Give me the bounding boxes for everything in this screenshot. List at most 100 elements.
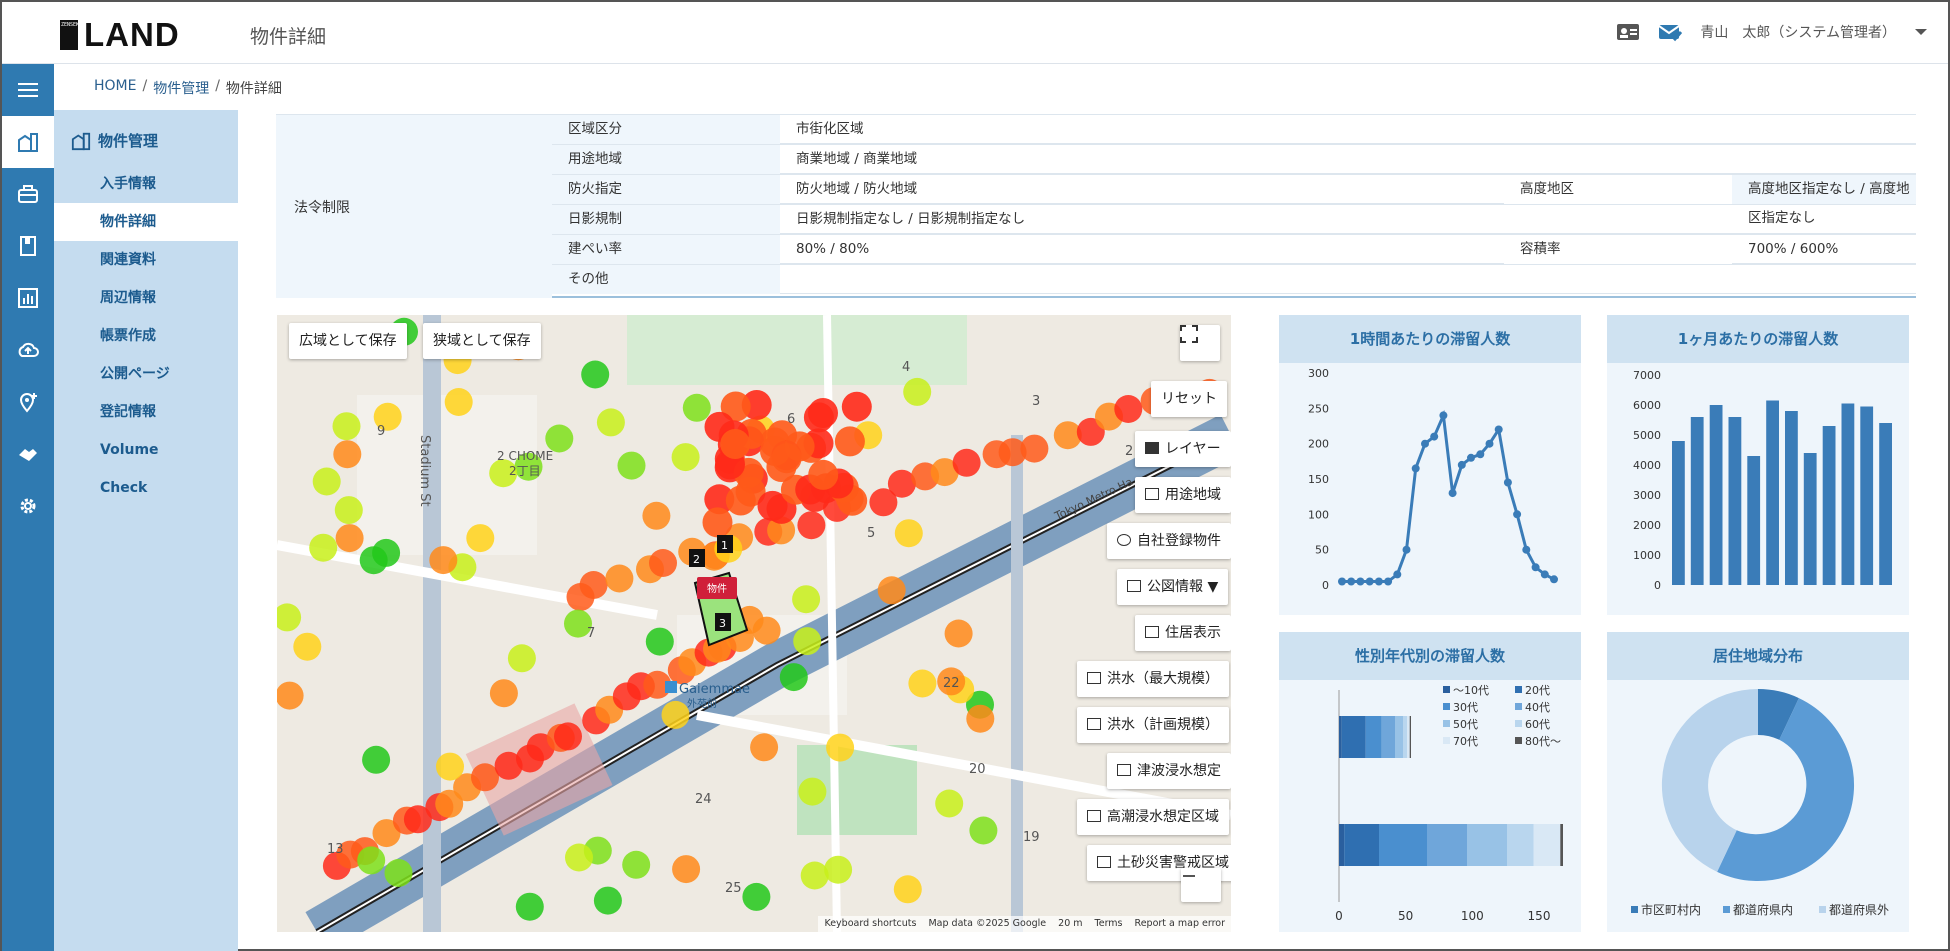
breadcrumb-current: 物件詳細	[225, 81, 282, 97]
rail-property-button[interactable]	[2, 116, 54, 168]
save-wide-area-button[interactable]: 広域として保存	[289, 323, 407, 359]
reset-button[interactable]: リセット	[1151, 381, 1227, 417]
heat-dot	[581, 360, 610, 389]
caret-down-icon: ▼	[1207, 579, 1219, 595]
heat-dot	[682, 393, 711, 422]
grid-icon	[1145, 626, 1159, 638]
block-number-label: 19	[1023, 830, 1040, 845]
age-bar-segment	[1533, 824, 1561, 866]
block-number-label: 6	[787, 412, 795, 427]
monthly-bar	[1803, 453, 1817, 585]
age-bar-segment	[1560, 824, 1563, 866]
report-error-link[interactable]: Report a map error	[1135, 916, 1225, 932]
map-canvas[interactable]: Stadium St 2 CHOME 2丁目 Gaiemmae 外苑前 Toky…	[277, 315, 1231, 932]
subnav-item-registry[interactable]: 登記情報	[54, 393, 238, 431]
own-property-button-label: 自社登録物件	[1137, 533, 1221, 549]
subnav-item-property-detail[interactable]: 物件詳細	[54, 203, 238, 241]
rail-upload-button[interactable]	[2, 324, 54, 376]
hourly-point	[1338, 577, 1346, 586]
save-narrow-area-button[interactable]: 狭域として保存	[423, 323, 541, 359]
legend-label: 50代	[1453, 718, 1478, 731]
heat-dot	[429, 546, 458, 575]
age-bar-segment	[1407, 716, 1410, 758]
heat-dot	[672, 855, 701, 884]
block-number-label: 3	[1032, 394, 1040, 409]
hourly-stay-chart-title: 1時間あたりの滞留人数	[1279, 315, 1581, 363]
chome-ja-label: 2丁目	[509, 464, 541, 478]
residence-chart-title: 居住地域分布	[1607, 632, 1909, 680]
age-bar-segment	[1409, 716, 1411, 758]
fullscreen-icon	[1180, 325, 1198, 343]
age-bar-segment	[1467, 824, 1507, 866]
chevron-down-icon[interactable]	[1914, 27, 1928, 37]
subnav-item-documents[interactable]: 関連資料	[54, 241, 238, 279]
mail-check-icon[interactable]	[1658, 22, 1683, 42]
y-tick-label: 4000	[1633, 459, 1661, 472]
tsunami-button[interactable]: 津波浸水想定	[1107, 753, 1231, 789]
flood-max-button[interactable]: 洪水（最大規模）	[1077, 661, 1229, 697]
zoom-out-button[interactable]	[1181, 868, 1221, 902]
storm-surge-button[interactable]: 高潮浸水想定区域	[1077, 799, 1229, 835]
property-map[interactable]: Stadium St 2 CHOME 2丁目 Gaiemmae 外苑前 Toky…	[277, 315, 1231, 932]
age-bar-segment	[1379, 824, 1427, 866]
monthly-bar	[1709, 405, 1723, 585]
heat-dot	[466, 524, 495, 553]
address-display-button[interactable]: 住居表示	[1135, 615, 1231, 651]
fullscreen-button[interactable]	[1180, 325, 1220, 361]
heat-dot	[436, 752, 464, 781]
subnav-item-surroundings[interactable]: 周辺情報	[54, 279, 238, 317]
row-value: 日影規制指定なし / 日影規制指定なし	[796, 211, 1026, 227]
subnav-item-volume-check[interactable]: Volume Check	[54, 431, 238, 496]
y-tick-label: 250	[1308, 402, 1329, 415]
logo[interactable]: ZENSEKAI LAND	[60, 16, 180, 54]
rail-add-location-button[interactable]	[2, 376, 54, 428]
heat-dot	[826, 733, 855, 762]
rail-analytics-button[interactable]	[2, 272, 54, 324]
logo-mark: ZENSEKAI	[60, 20, 85, 50]
station-icon	[665, 681, 677, 693]
user-name[interactable]: 青山 太郎（システム管理者）	[1700, 22, 1896, 42]
flood-plan-button[interactable]: 洪水（計画規模）	[1077, 707, 1229, 743]
hourly-point	[1448, 489, 1457, 498]
cadastral-dropdown[interactable]: 公図情報 ▼	[1117, 569, 1229, 605]
breadcrumb-home[interactable]: HOME	[94, 78, 136, 98]
rail-business-button[interactable]	[2, 168, 54, 220]
hourly-point	[1421, 439, 1429, 448]
zoning-button[interactable]: 用途地域	[1135, 477, 1231, 513]
legend-swatch	[1631, 906, 1638, 913]
subnav-item-acquisition[interactable]: 入手情報	[54, 165, 238, 203]
breadcrumb-property-management[interactable]: 物件管理	[153, 78, 209, 98]
heat-dot	[797, 511, 826, 540]
subnav-item-reports[interactable]: 帳票作成	[54, 317, 238, 355]
heat-dot	[565, 843, 593, 872]
y-tick-label: 100	[1308, 508, 1329, 521]
monthly-bar	[1822, 426, 1836, 585]
menu-toggle-button[interactable]	[2, 64, 54, 116]
subnav-item-public-page[interactable]: 公開ページ	[54, 355, 238, 393]
own-property-button[interactable]: 自社登録物件	[1107, 523, 1231, 559]
street-label: Stadium St	[417, 435, 432, 507]
add-location-icon	[19, 393, 37, 413]
y-tick-label: 0	[1322, 579, 1329, 592]
row-key-secondary: 高度地区	[1504, 175, 1732, 204]
breadcrumb-separator: /	[142, 78, 148, 94]
heat-dot	[893, 875, 922, 904]
heat-dot	[908, 669, 937, 698]
rail-settings-button[interactable]	[2, 480, 54, 532]
image-icon	[1087, 810, 1101, 822]
monthly-bar	[1690, 417, 1704, 585]
hourly-point	[1550, 575, 1558, 584]
table-row: その他	[552, 264, 1916, 294]
keyboard-shortcuts-link[interactable]: Keyboard shortcuts	[824, 916, 916, 932]
legend-label: 40代	[1525, 701, 1550, 714]
hourly-series-line	[1342, 409, 1555, 583]
rail-book-button[interactable]	[2, 220, 54, 272]
heat-dot	[808, 459, 839, 490]
id-card-icon[interactable]	[1616, 22, 1640, 42]
terms-link[interactable]: Terms	[1095, 916, 1123, 932]
grid-icon	[1127, 580, 1141, 592]
rail-deal-button[interactable]	[2, 428, 54, 480]
layer-button[interactable]: レイヤー	[1135, 431, 1231, 467]
heat-dot	[779, 663, 808, 692]
age-bar-segment	[1381, 716, 1395, 758]
